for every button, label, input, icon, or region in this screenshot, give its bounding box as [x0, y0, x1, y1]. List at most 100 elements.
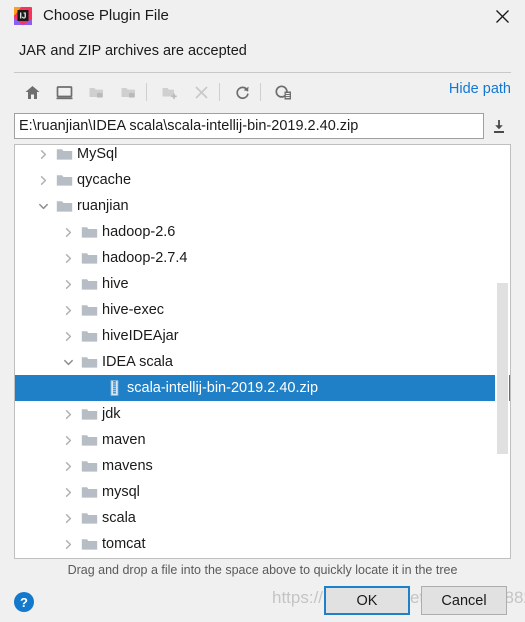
dialog-subtitle: JAR and ZIP archives are accepted — [19, 43, 247, 59]
drag-drop-hint: Drag and drop a file into the space abov… — [67, 563, 458, 577]
tree-row[interactable]: hive-exec — [15, 297, 510, 323]
chevron-down-icon[interactable] — [58, 349, 78, 375]
chevron-down-icon[interactable] — [33, 193, 53, 219]
home-icon[interactable] — [18, 79, 46, 105]
tree-row-label: scala-intellij-bin-2019.2.40.zip — [127, 380, 319, 396]
delete-icon — [187, 79, 215, 105]
tree-row-label: MySql — [77, 146, 118, 162]
tree-row[interactable]: MySql — [15, 145, 510, 167]
folder-icon — [78, 271, 100, 297]
directory-tree: MySql qycache ruanjian hadoop-2.6 hadoop-2.7… — [15, 145, 510, 557]
tree-twisty-empty — [83, 375, 103, 401]
folder-icon — [53, 193, 75, 219]
tree-row[interactable]: IDEA scala — [15, 349, 510, 375]
folder-icon — [78, 453, 100, 479]
folder-icon — [53, 167, 75, 193]
chevron-right-icon[interactable] — [58, 219, 78, 245]
tree-row[interactable]: hive — [15, 271, 510, 297]
folder-icon — [114, 79, 142, 105]
tree-scrollbar[interactable] — [495, 146, 509, 557]
tree-row[interactable]: jdk — [15, 401, 510, 427]
tree-row[interactable]: ruanjian — [15, 193, 510, 219]
cancel-button[interactable]: Cancel — [421, 586, 507, 615]
ok-button[interactable]: OK — [324, 586, 410, 615]
chevron-right-icon[interactable] — [58, 427, 78, 453]
new-folder-icon — [155, 79, 183, 105]
directory-tree-panel[interactable]: MySql qycache ruanjian hadoop-2.6 hadoop-2.7… — [14, 144, 511, 559]
tree-row-label: hiveIDEAjar — [102, 328, 179, 344]
chevron-right-icon[interactable] — [58, 531, 78, 557]
tree-row-label: mavens — [102, 458, 153, 474]
show-hidden-icon[interactable] — [269, 79, 297, 105]
tree-row-label: scala — [102, 510, 136, 526]
zip-file-icon — [103, 375, 125, 401]
chevron-right-icon[interactable] — [58, 245, 78, 271]
tree-row-label: hive-exec — [102, 302, 165, 318]
toolbar-separator-3 — [260, 83, 261, 101]
tree-row[interactable]: qycache — [15, 167, 510, 193]
tree-row[interactable]: mavens — [15, 453, 510, 479]
tree-row[interactable]: tomcat — [15, 531, 510, 557]
desktop-icon[interactable] — [50, 79, 78, 105]
tree-row-label: maven — [102, 432, 146, 448]
toolbar-separator-2 — [219, 83, 220, 101]
folder-up-icon — [82, 79, 110, 105]
window-title: Choose Plugin File — [43, 7, 169, 24]
tree-row-label: mysql — [102, 484, 140, 500]
refresh-icon[interactable] — [228, 79, 256, 105]
chevron-right-icon[interactable] — [33, 145, 53, 167]
close-icon[interactable] — [487, 4, 517, 28]
tree-row[interactable]: hadoop-2.7.4 — [15, 245, 510, 271]
tree-row[interactable]: hadoop-2.6 — [15, 219, 510, 245]
tree-row[interactable]: hiveIDEAjar — [15, 323, 510, 349]
choose-plugin-file-dialog: IJ Choose Plugin File JAR and ZIP archiv… — [0, 0, 525, 622]
tree-row-label: hive — [102, 276, 129, 292]
tree-row-label: ruanjian — [77, 198, 129, 214]
hide-path-link[interactable]: Hide path — [449, 81, 511, 97]
tree-scrollbar-thumb[interactable] — [497, 283, 508, 454]
tree-row[interactable]: scala — [15, 505, 510, 531]
folder-icon — [78, 427, 100, 453]
tree-row[interactable]: scala-intellij-bin-2019.2.40.zip — [15, 375, 510, 401]
folder-icon — [78, 401, 100, 427]
folder-icon — [78, 323, 100, 349]
intellij-idea-icon: IJ — [13, 6, 33, 26]
chevron-right-icon[interactable] — [58, 479, 78, 505]
chevron-right-icon[interactable] — [58, 401, 78, 427]
path-input[interactable] — [14, 113, 484, 139]
chevron-right-icon[interactable] — [58, 453, 78, 479]
tree-row[interactable]: mysql — [15, 479, 510, 505]
help-button[interactable]: ? — [14, 592, 34, 612]
folder-icon — [78, 531, 100, 557]
folder-icon — [78, 505, 100, 531]
tree-row-label: jdk — [102, 406, 121, 422]
path-row — [14, 113, 511, 139]
folder-icon — [78, 219, 100, 245]
chevron-right-icon[interactable] — [33, 167, 53, 193]
tree-row-label: qycache — [77, 172, 132, 188]
title-bar: IJ Choose Plugin File — [0, 0, 525, 33]
chevron-right-icon[interactable] — [58, 271, 78, 297]
tree-row-label: hadoop-2.7.4 — [102, 250, 188, 266]
folder-icon — [53, 145, 75, 167]
chevron-right-icon[interactable] — [58, 323, 78, 349]
chevron-right-icon[interactable] — [58, 505, 78, 531]
toolbar-separator — [146, 83, 147, 101]
svg-text:IJ: IJ — [20, 12, 27, 21]
download-icon[interactable] — [487, 113, 511, 139]
tree-row[interactable]: maven — [15, 427, 510, 453]
chevron-right-icon[interactable] — [58, 297, 78, 323]
